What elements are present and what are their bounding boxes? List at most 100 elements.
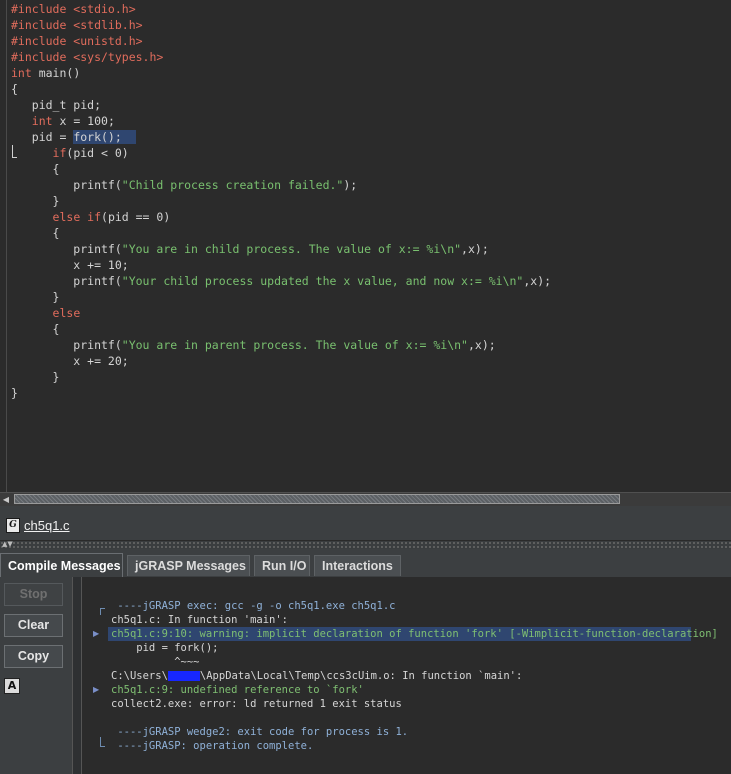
path-suffix: \AppData\Local\Temp\ccs3cUim.o: In funct… [199,670,523,682]
code-token: main() [31,66,81,80]
error-message-line[interactable]: ch5q1.c:9: undefined reference to `fork' [111,683,364,697]
tab-jgrasp-messages[interactable]: jGRASP Messages [127,555,250,576]
keyword-token: int [11,66,32,80]
message-tab-bar: Compile Messages jGRASP Messages Run I/O… [0,553,731,577]
keyword-token: #include <unistd.h> [11,34,143,48]
message-line: ----jGRASP: operation complete. [111,740,314,752]
string-token: "Child process creation failed." [121,178,344,192]
source-code[interactable]: #include <stdio.h> #include <stdlib.h> #in… [11,1,551,401]
code-token: ); [343,178,358,192]
code-line: } [11,193,551,209]
code-line: { [11,321,551,337]
code-line: x += 10; [11,257,551,273]
keyword-token: #include <sys/types.h> [11,50,164,64]
message-line: ch5q1.c: In function 'main': [111,614,289,626]
splitter-arrows-icon[interactable]: ▲▼ [2,540,13,548]
code-line: int x = 100; [11,113,551,129]
code-token: ,x); [467,338,496,352]
code-line: printf("Your child process updated the x… [11,273,551,289]
compile-messages-output[interactable]: ----jGRASP exec: gcc -g -o ch5q1.exe ch5… [82,577,731,774]
code-token: pid = [11,130,74,144]
warning-message-line[interactable]: ch5q1.c:9:10: warning: implicit declarat… [108,627,718,641]
code-token: ,x); [461,242,489,256]
message-controls: Stop Clear Copy A [0,577,72,774]
selected-text: fork(); [73,130,136,144]
code-line: } [11,385,551,401]
error-marker-icon[interactable]: ▶ [93,683,99,697]
code-token: x = 100; [52,114,115,128]
redacted-username [167,671,200,681]
code-line: #include <unistd.h> [11,33,551,49]
code-line: pid = fork(); [11,129,551,145]
code-editor[interactable]: #include <stdio.h> #include <stdlib.h> #in… [0,0,731,492]
code-token: } [11,370,60,384]
file-tab-bar: G ch5q1.c [0,506,731,540]
code-line: if(pid < 0) [11,145,551,161]
code-line: printf("Child process creation failed.")… [11,177,551,193]
code-line: #include <stdlib.h> [11,17,551,33]
message-line: collect2.exe: error: ld returned 1 exit … [111,698,402,710]
message-line: ----jGRASP wedge2: exit code for process… [111,726,409,738]
stop-button[interactable]: Stop [4,583,63,606]
scroll-left-arrow-icon[interactable]: ◀ [1,494,11,505]
font-size-icon[interactable]: A [4,678,20,694]
copy-button[interactable]: Copy [4,645,63,668]
file-tab-ch5q1[interactable]: G ch5q1.c [6,514,70,536]
error-marker-icon[interactable]: ▶ [93,627,99,641]
message-line: ----jGRASP exec: gcc -g -o ch5q1.exe ch5… [111,600,396,612]
code-token: x += 20; [11,354,129,368]
message-group-bracket [100,737,105,747]
horizontal-scrollbar[interactable]: ◀ [0,492,731,506]
editor-gutter [6,0,7,492]
message-line: pid = fork(); [111,642,219,654]
string-token: "Your child process updated the x value,… [121,274,524,288]
code-token: printf( [11,178,122,192]
code-token: ,x); [523,274,552,288]
code-token: printf( [11,242,122,256]
code-token: { [11,322,60,336]
code-token: printf( [11,274,122,288]
code-line: #include <stdio.h> [11,1,551,17]
string-token: "You are in child process. The value of … [121,242,462,256]
code-line: { [11,81,551,97]
code-line: pid_t pid; [11,97,551,113]
code-line: #include <sys/types.h> [11,49,551,65]
code-line: printf("You are in parent process. The v… [11,337,551,353]
scrollbar-thumb[interactable] [14,494,620,504]
code-line: } [11,289,551,305]
code-token: x += 10; [11,258,129,272]
pane-splitter[interactable]: ▲▼ [0,540,731,549]
keyword-token: else [52,306,81,320]
code-line: { [11,161,551,177]
code-token: (pid == 0) [101,210,171,224]
code-token: { [11,82,18,96]
code-token: { [11,226,60,240]
code-line: printf("You are in child process. The va… [11,241,551,257]
code-line: else [11,305,551,321]
keyword-token: else if [52,210,102,224]
code-line: } [11,369,551,385]
code-token: (pid < 0) [66,146,129,160]
message-line: ^~~~ [111,656,200,668]
c-source-file-icon: G [6,517,20,533]
keyword-token: #include <stdlib.h> [11,18,143,32]
text-cursor [12,145,17,158]
clear-button[interactable]: Clear [4,614,63,637]
code-line: x += 20; [11,353,551,369]
code-line: else if(pid == 0) [11,209,551,225]
code-line: int main() [11,65,551,81]
code-token: } [11,386,18,400]
tab-run-io[interactable]: Run I/O [254,555,310,576]
message-line: C:\Users\ \AppData\Local\Temp\ccs3cUim.o:… [111,669,522,683]
code-token: { [11,162,60,176]
tab-interactions[interactable]: Interactions [314,555,401,576]
message-group-bracket [100,608,105,615]
panel-divider[interactable] [72,577,82,774]
code-token: } [11,290,60,304]
path-prefix: C:\Users\ [111,670,168,682]
tab-compile-messages[interactable]: Compile Messages [0,553,123,577]
